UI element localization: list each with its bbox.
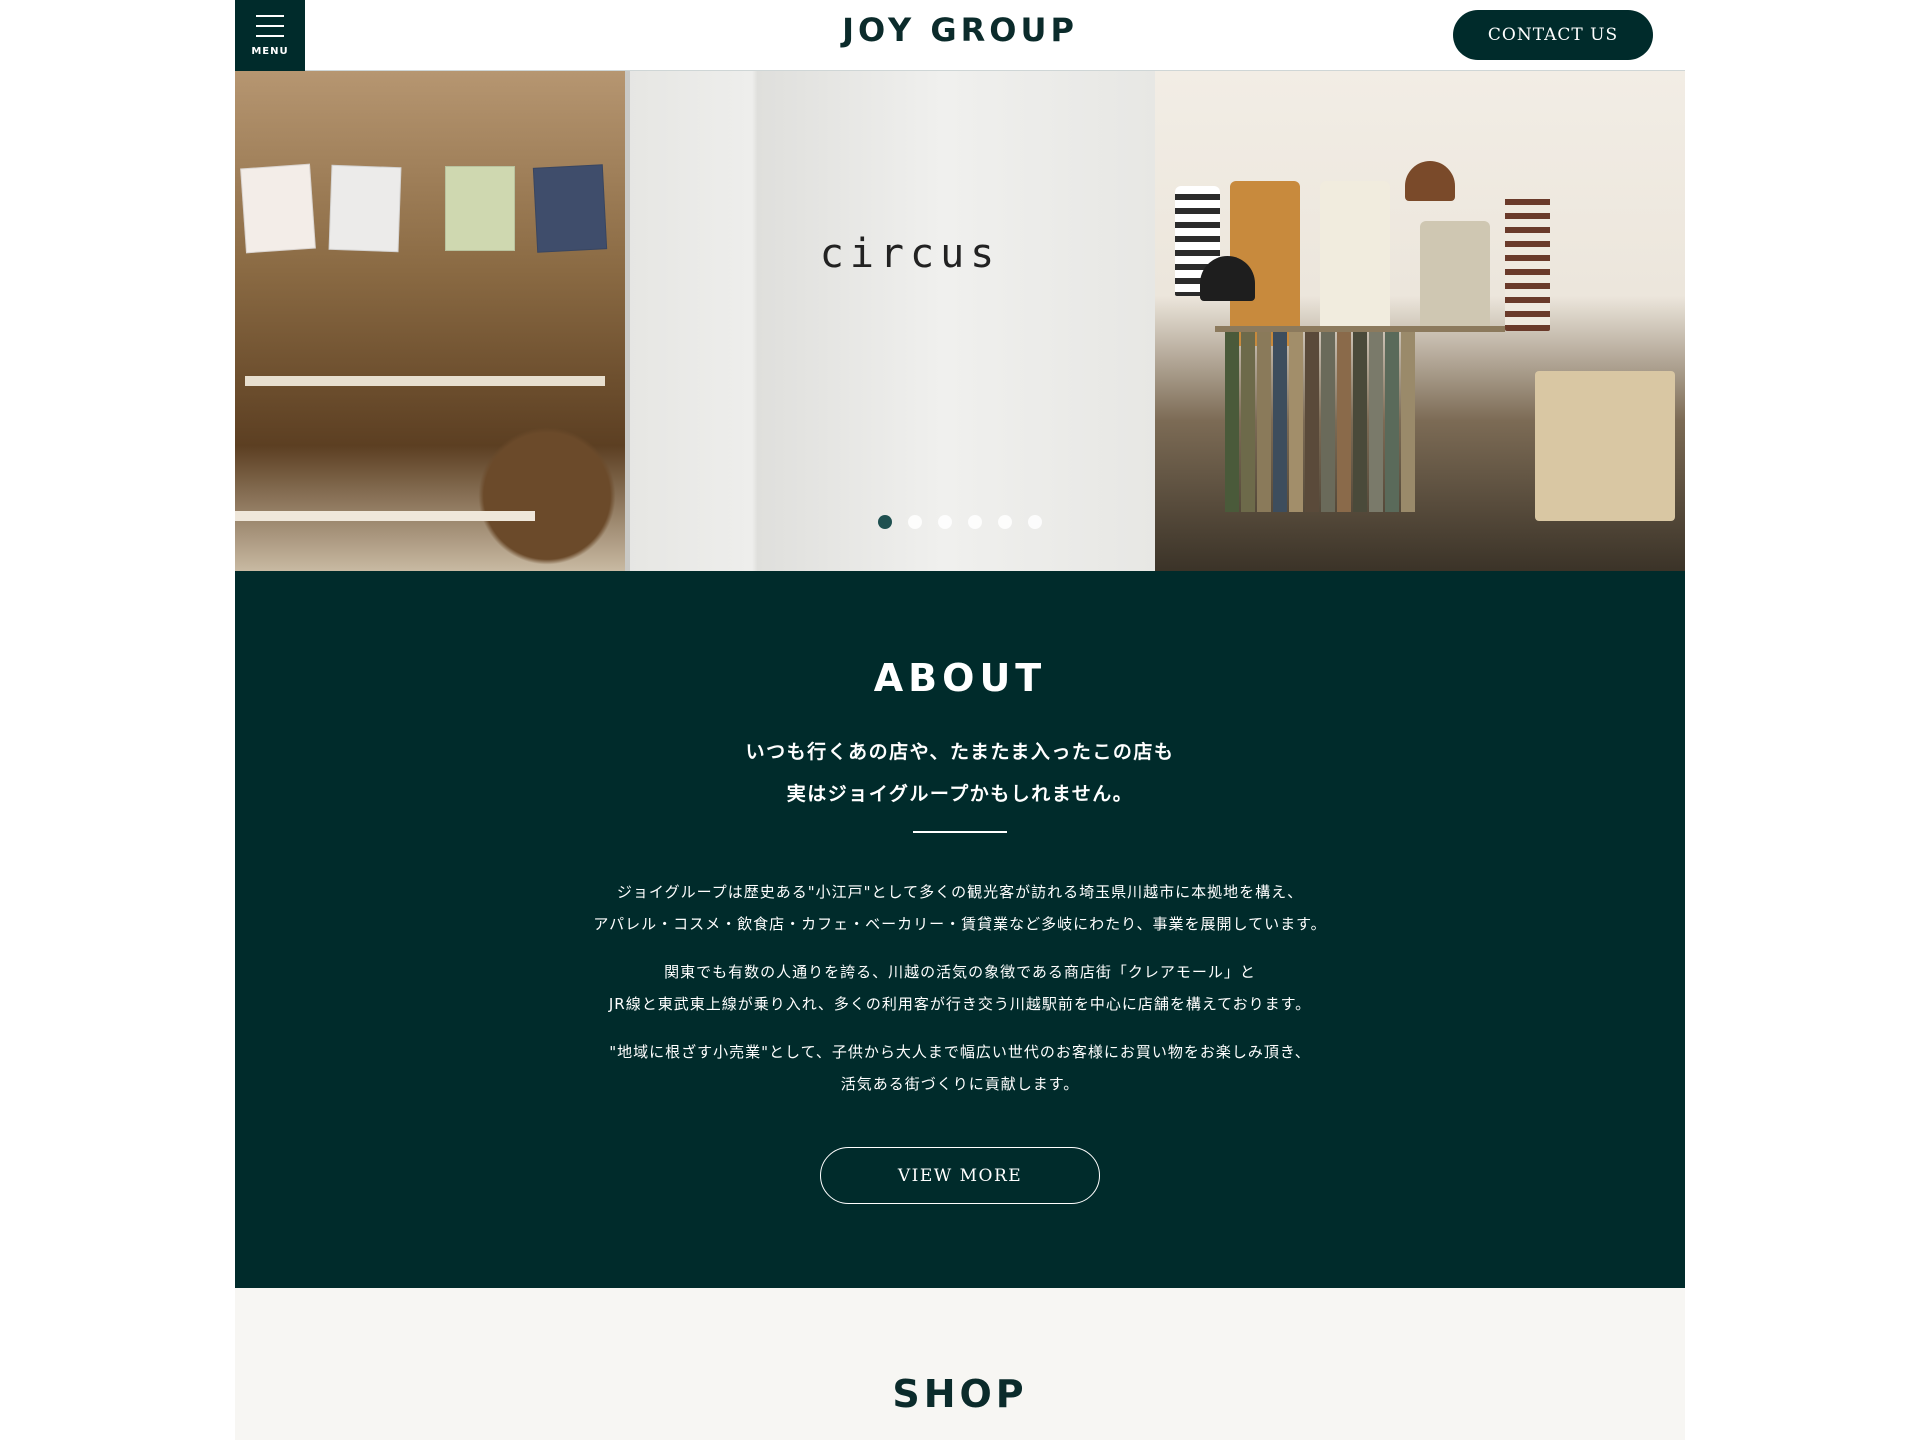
about-paragraph-line: 活気ある街づくりに貢献します。 <box>840 1075 1080 1093</box>
hero-photo-apparel <box>1155 71 1685 571</box>
about-paragraph-line: ジョイグループは歴史ある"小江戸"として多くの観光客が訪れる埼玉県川越市に本拠地… <box>616 883 1304 901</box>
contact-us-button[interactable]: CONTACT US <box>1453 10 1653 60</box>
hero-slider: circus <box>235 71 1685 571</box>
about-body: ジョイグループは歴史ある"小江戸"として多くの観光客が訪れる埼玉県川越市に本拠地… <box>235 876 1685 1116</box>
slider-dots <box>235 515 1685 529</box>
about-title: ABOUT <box>873 656 1047 700</box>
slider-dot-5[interactable] <box>998 515 1012 529</box>
site-header: MENU JOY GROUP CONTACT US <box>235 0 1685 71</box>
hero-photo-circus-sign: circus <box>625 71 1155 571</box>
about-paragraph: "地域に根ざす小売業"として、子供から大人まで幅広い世代のお客様にお買い物をお楽… <box>235 1036 1685 1100</box>
hero-photo-shop-goods <box>235 71 625 571</box>
about-section: ABOUT いつも行くあの店や、たまたま入ったこの店も 実はジョイグループかもし… <box>235 571 1685 1288</box>
circus-sign: circus <box>819 231 1001 277</box>
about-divider <box>913 831 1007 833</box>
shop-section: SHOP <box>235 1288 1685 1440</box>
about-lead: いつも行くあの店や、たまたま入ったこの店も 実はジョイグループかもしれません。 <box>235 731 1685 815</box>
page: MENU JOY GROUP CONTACT US circus ABOUT い… <box>235 0 1685 1440</box>
about-lead-line: 実はジョイグループかもしれません。 <box>786 783 1134 805</box>
about-paragraph-line: "地域に根ざす小売業"として、子供から大人まで幅広い世代のお客様にお買い物をお楽… <box>609 1043 1311 1061</box>
slider-dot-4[interactable] <box>968 515 982 529</box>
about-paragraph: 関東でも有数の人通りを誇る、川越の活気の象徴である商店街「クレアモール」と JR… <box>235 956 1685 1020</box>
slider-dot-3[interactable] <box>938 515 952 529</box>
about-paragraph: ジョイグループは歴史ある"小江戸"として多くの観光客が訪れる埼玉県川越市に本拠地… <box>235 876 1685 940</box>
view-more-button[interactable]: VIEW MORE <box>820 1147 1100 1204</box>
about-paragraph-line: JR線と東武東上線が乗り入れ、多くの利用客が行き交う川越駅前を中心に店舗を構えて… <box>608 995 1312 1013</box>
about-paragraph-line: アパレル・コスメ・飲食店・カフェ・ベーカリー・賃貸業など多岐にわたり、事業を展開… <box>593 915 1327 933</box>
slider-dot-1[interactable] <box>878 515 892 529</box>
about-lead-line: いつも行くあの店や、たまたま入ったこの店も <box>745 741 1175 763</box>
slider-dot-2[interactable] <box>908 515 922 529</box>
shop-title: SHOP <box>892 1372 1028 1416</box>
slider-dot-6[interactable] <box>1028 515 1042 529</box>
about-paragraph-line: 関東でも有数の人通りを誇る、川越の活気の象徴である商店街「クレアモール」と <box>664 963 1256 981</box>
